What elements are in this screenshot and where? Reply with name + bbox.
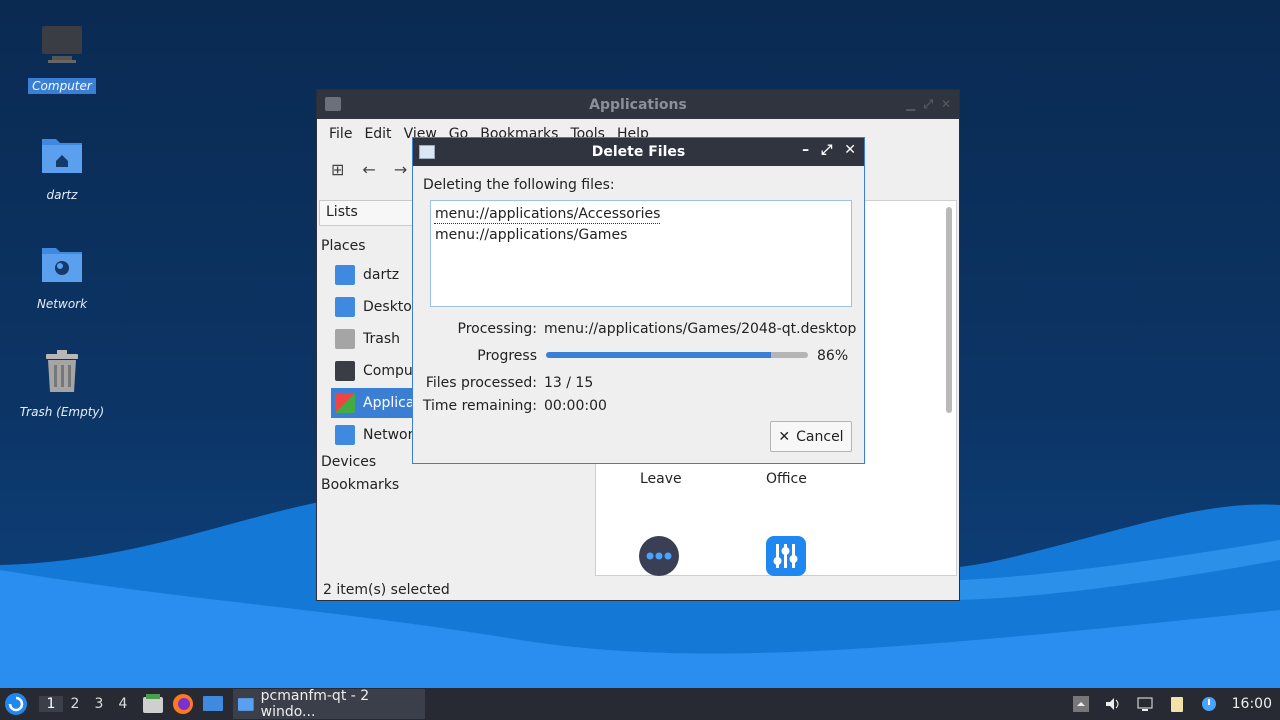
files-processed-label: Files processed:	[425, 375, 537, 391]
folder-icon	[237, 698, 254, 711]
tray-expand-icon[interactable]	[1072, 695, 1090, 713]
files-processed-value: 13 / 15	[544, 375, 594, 391]
file-manager-launcher-icon[interactable]	[141, 692, 165, 716]
clock[interactable]: 16:00	[1232, 696, 1272, 712]
minimize-icon[interactable]: ▁	[906, 97, 915, 112]
places-header[interactable]: Places	[321, 238, 366, 254]
time-remaining-value: 00:00:00	[544, 398, 607, 414]
vertical-scrollbar[interactable]	[946, 207, 952, 413]
menu-file[interactable]: File	[323, 126, 358, 142]
home-folder-icon	[42, 139, 82, 173]
sidebar-item-label: Deskto	[363, 299, 412, 315]
desktop-icon-label: Trash (Empty)	[19, 405, 105, 419]
maximize-icon[interactable]: ⤢	[923, 97, 933, 112]
app-item-label[interactable]: Leave	[640, 471, 682, 487]
maximize-icon[interactable]: ⤢	[821, 142, 832, 158]
notification-icon[interactable]	[1200, 695, 1218, 713]
menu-edit[interactable]: Edit	[358, 126, 397, 142]
cancel-button-label: Cancel	[796, 428, 844, 445]
dialog-title: Delete Files	[591, 144, 686, 160]
desktop-icon	[335, 297, 355, 317]
file-list[interactable]: menu://applications/Accessories menu://a…	[430, 200, 852, 307]
taskbar: 1 2 3 4 pcmanfm-qt - 2 windo... 16:00	[0, 688, 1280, 720]
computer-icon	[335, 361, 355, 381]
time-remaining-label: Time remaining:	[422, 398, 537, 414]
list-item[interactable]: menu://applications/Games	[434, 224, 848, 247]
home-folder-icon	[335, 265, 355, 285]
show-desktop-icon[interactable]	[201, 692, 225, 716]
firefox-icon[interactable]	[171, 692, 195, 716]
progress-bar	[546, 352, 808, 358]
taskbar-task-pcmanfm[interactable]: pcmanfm-qt - 2 windo...	[233, 688, 425, 720]
trash-icon	[46, 350, 78, 392]
desktop-icon-home[interactable]: dartz	[12, 131, 112, 203]
sidebar-item-label: Networ	[363, 427, 414, 443]
task-label: pcmanfm-qt - 2 windo...	[260, 688, 370, 720]
desktop-icon-label: dartz	[46, 188, 78, 202]
forward-arrow-icon[interactable]: →	[394, 160, 407, 179]
processing-label: Processing:	[457, 321, 537, 337]
list-item[interactable]: menu://applications/Accessories	[434, 204, 661, 224]
volume-icon[interactable]	[1104, 695, 1122, 713]
progress-fill	[546, 352, 772, 358]
network-folder-icon	[335, 425, 355, 445]
desktop-icon-trash[interactable]: Trash (Empty)	[12, 348, 112, 420]
dialog-titlebar[interactable]: Delete Files – ⤢ ✕	[413, 138, 864, 166]
desktop-icon-label: Network	[36, 297, 88, 311]
status-bar: 2 item(s) selected	[323, 582, 450, 598]
window-title: Applications	[589, 96, 687, 113]
workspace-1[interactable]: 1	[39, 696, 63, 712]
sidebar-item-label: Trash	[363, 331, 400, 347]
sidebar-item-label: Compu	[363, 363, 413, 379]
bookmarks-header[interactable]: Bookmarks	[321, 477, 399, 493]
close-icon[interactable]: ✕	[941, 97, 951, 112]
desktop-icon-label: Computer	[28, 78, 96, 94]
more-apps-icon[interactable]	[638, 535, 680, 577]
desktop-icon-computer[interactable]: Computer	[12, 22, 112, 94]
applications-icon	[335, 393, 355, 413]
network-folder-icon	[42, 248, 82, 282]
clipboard-icon[interactable]	[1168, 695, 1186, 713]
new-tab-icon[interactable]: ⊞	[331, 160, 344, 179]
trash-icon	[335, 329, 355, 349]
start-menu-icon[interactable]	[3, 691, 29, 717]
window-controls: ▁ ⤢ ✕	[906, 97, 951, 112]
app-item-label[interactable]: Office	[766, 471, 807, 487]
processing-value: menu://applications/Games/2048-qt.deskto…	[544, 321, 857, 337]
close-icon[interactable]: ✕	[844, 142, 856, 158]
devices-header[interactable]: Devices	[321, 454, 376, 470]
settings-sliders-icon[interactable]	[765, 535, 807, 577]
workspace-2[interactable]: 2	[63, 696, 87, 712]
system-tray: 16:00	[1072, 688, 1280, 720]
desktop-icon-network[interactable]: Network	[12, 240, 112, 312]
back-arrow-icon[interactable]: ←	[362, 160, 375, 179]
cancel-x-icon: ✕	[778, 428, 791, 445]
cancel-button[interactable]: ✕ Cancel	[770, 421, 852, 452]
window-titlebar[interactable]: Applications ▁ ⤢ ✕	[317, 90, 959, 119]
sidebar-item-label: Applica	[363, 395, 415, 411]
window-icon	[419, 145, 435, 159]
folder-icon	[325, 97, 341, 111]
workspace-4[interactable]: 4	[111, 696, 135, 712]
progress-percent: 86%	[817, 348, 849, 364]
dialog-window-controls: – ⤢ ✕	[802, 142, 856, 158]
dialog-heading: Deleting the following files:	[423, 177, 615, 193]
minimize-icon[interactable]: –	[802, 142, 809, 158]
computer-icon	[42, 26, 82, 63]
delete-files-dialog: Delete Files – ⤢ ✕ Deleting the followin…	[412, 137, 865, 464]
progress-label: Progress	[477, 348, 537, 364]
sidebar-item-label: dartz	[363, 267, 400, 283]
network-icon[interactable]	[1136, 695, 1154, 713]
workspace-3[interactable]: 3	[87, 696, 111, 712]
